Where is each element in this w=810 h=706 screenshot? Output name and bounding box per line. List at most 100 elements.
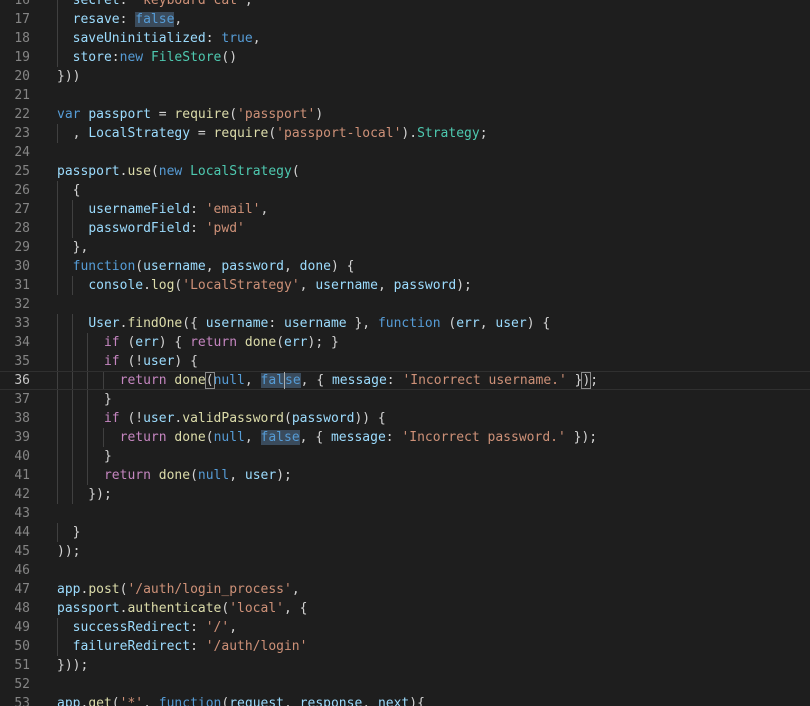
line-number: 43 bbox=[14, 506, 30, 521]
code-text[interactable]: })) bbox=[57, 67, 810, 86]
code-text[interactable]: store:new FileStore() bbox=[57, 48, 810, 67]
code-line[interactable]: 34 if (err) { return done(err); } bbox=[0, 333, 810, 352]
code-text[interactable]: secret: 'keyboard cat', bbox=[57, 0, 810, 10]
code-text[interactable]: app.get('*', function(request, response,… bbox=[57, 694, 810, 706]
code-line[interactable]: 26 { bbox=[0, 181, 810, 200]
code-token: FileStore bbox=[150, 50, 222, 65]
code-line[interactable]: 18 saveUninitialized: true, bbox=[0, 29, 810, 48]
code-text[interactable]: function(username, password, done) { bbox=[57, 257, 810, 276]
code-lines[interactable]: 16 secret: 'keyboard cat', 17 resave: fal… bbox=[0, 0, 810, 706]
code-line[interactable]: 46 bbox=[0, 561, 810, 580]
code-line[interactable]: 30 function(username, password, done) { bbox=[0, 257, 810, 276]
code-token: ( bbox=[229, 107, 238, 122]
code-line[interactable]: 25 passport.use(new LocalStrategy( bbox=[0, 162, 810, 181]
code-token: } bbox=[566, 373, 583, 388]
code-token: passwordField bbox=[88, 221, 191, 236]
code-line[interactable]: 50 failureRedirect: '/auth/login' bbox=[0, 637, 810, 656]
code-line[interactable]: 48 passport.authenticate('local', { bbox=[0, 599, 810, 618]
code-line[interactable]: 40 } bbox=[0, 447, 810, 466]
text-cursor bbox=[284, 372, 286, 389]
code-text[interactable]: passport.authenticate('local', { bbox=[57, 599, 810, 618]
code-line[interactable]: 43 bbox=[0, 504, 810, 523]
code-line[interactable]: 23 , LocalStrategy = require('passport-l… bbox=[0, 124, 810, 143]
code-line[interactable]: 32 bbox=[0, 295, 810, 314]
code-token: ( bbox=[291, 164, 300, 179]
code-line[interactable]: 29 }, bbox=[0, 238, 810, 257]
code-token: store bbox=[72, 50, 112, 65]
code-text[interactable]: } bbox=[57, 523, 810, 542]
code-line[interactable]: 44 } bbox=[0, 523, 810, 542]
code-text[interactable]: return done(null, user); bbox=[57, 466, 810, 485]
code-token: return bbox=[119, 373, 167, 388]
code-text[interactable]: app.post('/auth/login_process', bbox=[57, 580, 810, 599]
code-text[interactable]: usernameField: 'email', bbox=[57, 200, 810, 219]
code-text[interactable]: failureRedirect: '/auth/login' bbox=[57, 637, 810, 656]
code-token: return bbox=[103, 468, 151, 483]
code-token: if bbox=[103, 354, 120, 369]
code-text[interactable]: } bbox=[57, 447, 810, 466]
code-token: user bbox=[244, 468, 277, 483]
code-line[interactable]: 17 resave: false, bbox=[0, 10, 810, 29]
code-line[interactable]: 49 successRedirect: '/', bbox=[0, 618, 810, 637]
code-line[interactable]: 41 return done(null, user); bbox=[0, 466, 810, 485]
code-line[interactable]: 45)); bbox=[0, 542, 810, 561]
code-token: done bbox=[174, 430, 206, 445]
code-text[interactable]: )); bbox=[57, 542, 810, 561]
code-text[interactable]: passwordField: 'pwd' bbox=[57, 219, 810, 238]
code-line[interactable]: 20})) bbox=[0, 67, 810, 86]
code-token: = bbox=[150, 107, 175, 122]
code-text[interactable]: User.findOne({ username: username }, fun… bbox=[57, 314, 810, 333]
code-line[interactable]: 21 bbox=[0, 86, 810, 105]
code-token: User bbox=[88, 316, 120, 331]
code-text[interactable]: successRedirect: '/', bbox=[57, 618, 810, 637]
code-text[interactable]: if (err) { return done(err); } bbox=[57, 333, 810, 352]
code-text[interactable]: return done(null, false, { message: 'Inc… bbox=[57, 428, 810, 447]
code-line[interactable]: 52 bbox=[0, 675, 810, 694]
code-editor[interactable]: 16 secret: 'keyboard cat', 17 resave: fal… bbox=[0, 0, 810, 706]
code-text[interactable]: }); bbox=[57, 485, 810, 504]
code-text[interactable]: , LocalStrategy = require('passport-loca… bbox=[57, 124, 810, 143]
code-line[interactable]: 16 secret: 'keyboard cat', bbox=[0, 0, 810, 10]
code-line[interactable]: 37 } bbox=[0, 390, 810, 409]
code-text[interactable]: saveUninitialized: true, bbox=[57, 29, 810, 48]
code-token: 'Incorrect password.' bbox=[401, 430, 566, 445]
code-line[interactable]: 38 if (!user.validPassword(password)) { bbox=[0, 409, 810, 428]
code-text[interactable]: } bbox=[57, 390, 810, 409]
code-line[interactable]: 19 store:new FileStore() bbox=[0, 48, 810, 67]
line-number: 30 bbox=[14, 259, 30, 274]
code-token: , bbox=[252, 31, 261, 46]
code-line[interactable]: 24 bbox=[0, 143, 810, 162]
code-text[interactable]: }, bbox=[57, 238, 810, 257]
code-line[interactable]: 31 console.log('LocalStrategy', username… bbox=[0, 276, 810, 295]
code-line[interactable]: 36 return done(null, false, { message: '… bbox=[0, 371, 810, 390]
indent-guide bbox=[57, 485, 58, 504]
code-text[interactable]: passport.use(new LocalStrategy( bbox=[57, 162, 810, 181]
code-line[interactable]: 53 app.get('*', function(request, respons… bbox=[0, 694, 810, 706]
code-line[interactable]: 22 var passport = require('passport') bbox=[0, 105, 810, 124]
code-token: 'LocalStrategy' bbox=[182, 278, 300, 293]
code-text[interactable]: if (!user) { bbox=[57, 352, 810, 371]
code-text[interactable]: var passport = require('passport') bbox=[57, 105, 810, 124]
indent-guide bbox=[57, 29, 58, 48]
code-line[interactable]: 27 usernameField: 'email', bbox=[0, 200, 810, 219]
code-text[interactable]: { bbox=[57, 181, 810, 200]
code-text[interactable]: return done(null, false, { message: 'Inc… bbox=[57, 372, 810, 389]
code-token: , { bbox=[299, 430, 331, 445]
code-token: findOne bbox=[127, 316, 183, 331]
code-line[interactable]: 47 app.post('/auth/login_process', bbox=[0, 580, 810, 599]
code-text[interactable]: })); bbox=[57, 656, 810, 675]
code-line[interactable]: 33 User.findOne({ username: username }, … bbox=[0, 314, 810, 333]
line-number: 31 bbox=[14, 278, 30, 293]
code-token: ) bbox=[315, 107, 324, 122]
code-line[interactable]: 51})); bbox=[0, 656, 810, 675]
code-line[interactable]: 42 }); bbox=[0, 485, 810, 504]
code-text[interactable]: console.log('LocalStrategy', username, p… bbox=[57, 276, 810, 295]
line-number: 18 bbox=[14, 31, 30, 46]
code-text[interactable]: if (!user.validPassword(password)) { bbox=[57, 409, 810, 428]
line-number: 33 bbox=[14, 316, 30, 331]
code-line[interactable]: 35 if (!user) { bbox=[0, 352, 810, 371]
line-number: 36 bbox=[14, 373, 30, 388]
code-line[interactable]: 28 passwordField: 'pwd' bbox=[0, 219, 810, 238]
code-text[interactable]: resave: false, bbox=[57, 10, 810, 29]
code-line[interactable]: 39 return done(null, false, { message: '… bbox=[0, 428, 810, 447]
